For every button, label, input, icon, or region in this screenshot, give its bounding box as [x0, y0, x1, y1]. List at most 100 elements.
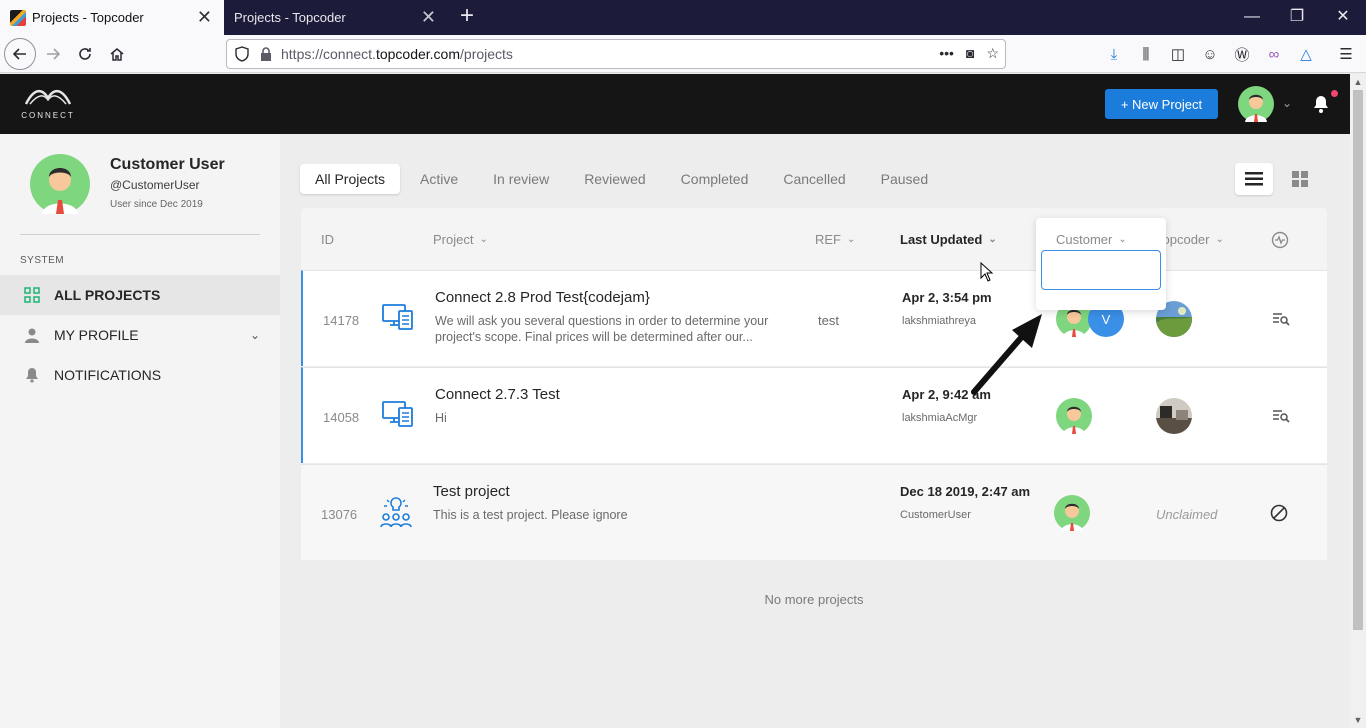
bell-icon — [26, 368, 38, 383]
desktop-app-icon — [382, 401, 413, 427]
hamburger-menu-icon[interactable]: ☰ — [1336, 44, 1356, 64]
url-text: https://connect.topcoder.com/projects — [281, 46, 513, 62]
header-topcoder[interactable]: Topcoder ⌄ — [1156, 232, 1224, 247]
window-close-icon[interactable]: ✕ — [1331, 6, 1355, 28]
sidebar-item-notifications[interactable]: NOTIFICATIONS — [0, 355, 280, 395]
notification-bell-icon[interactable] — [1311, 94, 1331, 114]
profile-name: Customer User — [110, 156, 225, 173]
library-icon[interactable]: ⫼ — [1136, 44, 1156, 64]
more-actions-icon[interactable]: ••• — [939, 45, 954, 62]
forward-arrow-icon[interactable] — [38, 39, 68, 69]
restore-icon[interactable]: ❐ — [1285, 6, 1309, 28]
person-icon — [25, 328, 39, 343]
customer-avatar[interactable] — [1056, 398, 1092, 434]
cancelled-icon — [1270, 504, 1288, 522]
review-search-icon[interactable] — [1271, 309, 1291, 329]
chevron-down-icon: ⌄ — [847, 234, 856, 245]
lock-icon[interactable] — [259, 46, 273, 62]
triangle-extension-icon[interactable]: △ — [1296, 44, 1316, 64]
header-project[interactable]: Project ⌄ — [433, 232, 488, 247]
connect-logo[interactable]: CONNECT — [20, 86, 76, 124]
customer-filter-input[interactable] — [1041, 250, 1161, 290]
table-row[interactable]: 14178 Connect 2.8 Prod Test{codejam} We … — [301, 270, 1327, 366]
customer-filter-label: Customer — [1056, 232, 1113, 247]
wordpress-extension-icon[interactable]: Ⓦ — [1232, 44, 1252, 64]
review-search-icon[interactable] — [1271, 406, 1291, 426]
browser-tab-inactive[interactable]: Projects - Topcoder ✕ — [224, 0, 448, 35]
glasses-extension-icon[interactable]: ∞ — [1264, 44, 1284, 64]
mouse-cursor-icon — [980, 262, 994, 282]
url-bar[interactable]: https://connect.topcoder.com/projects ••… — [226, 39, 1006, 69]
sidebar-item-all-projects[interactable]: ALL PROJECTS — [0, 275, 280, 315]
header-label: REF — [815, 232, 841, 247]
idea-team-icon — [380, 497, 412, 528]
list-view-button[interactable] — [1235, 163, 1273, 195]
sidebar: Customer User @CustomerUser User since D… — [0, 134, 280, 728]
tab-title: Projects - Topcoder — [234, 10, 346, 25]
grid-view-icon — [1292, 171, 1308, 187]
tracking-shield-icon[interactable] — [235, 46, 249, 62]
minimize-icon[interactable]: — — [1240, 6, 1264, 28]
home-icon[interactable] — [102, 39, 132, 69]
projects-table: ID Project ⌄ REF ⌄ Last Updated ⌄ Topcoder ⌄… — [301, 208, 1327, 561]
url-prefix: https://connect. — [281, 46, 376, 62]
logo-text: CONNECT — [21, 111, 75, 120]
browser-tab-active[interactable]: Projects - Topcoder ✕ — [0, 0, 224, 35]
chevron-down-icon[interactable]: ⌄ — [1282, 96, 1292, 110]
downloads-icon[interactable]: ⤓ — [1104, 44, 1124, 64]
table-row[interactable]: 14058 Connect 2.7.3 Test Hi Apr 2, 9:42 … — [301, 367, 1327, 463]
table-row[interactable]: 13076 Test project This is a test projec… — [301, 464, 1327, 560]
project-filter-tabs: All Projects Active In review Reviewed C… — [300, 164, 948, 194]
chevron-down-icon: ⌄ — [1215, 234, 1224, 245]
tab-cancelled[interactable]: Cancelled — [768, 164, 860, 194]
topcoder-avatar[interactable] — [1156, 398, 1192, 434]
scroll-down-icon[interactable]: ▼ — [1350, 712, 1366, 728]
reload-icon[interactable] — [70, 39, 100, 69]
pocket-icon[interactable]: ◙ — [966, 45, 974, 62]
project-description: This is a test project. Please ignore — [433, 508, 628, 522]
grid-view-button[interactable] — [1288, 166, 1312, 192]
page-scrollbar[interactable]: ▲ ▼ — [1350, 74, 1366, 728]
url-path: /projects — [460, 46, 513, 62]
project-title[interactable]: Connect 2.8 Prod Test{codejam} — [435, 289, 650, 306]
url-domain: topcoder.com — [375, 46, 461, 62]
sidebar-item-my-profile[interactable]: MY PROFILE ⌄ — [0, 315, 280, 355]
project-description: Hi — [435, 411, 447, 425]
scroll-up-icon[interactable]: ▲ — [1350, 74, 1366, 90]
close-tab-icon[interactable]: ✕ — [421, 8, 436, 26]
topcoder-unclaimed: Unclaimed — [1156, 507, 1218, 522]
tab-completed[interactable]: Completed — [666, 164, 764, 194]
bookmark-star-icon[interactable]: ☆ — [986, 45, 999, 62]
tab-title: Projects - Topcoder — [32, 10, 144, 25]
project-title[interactable]: Test project — [433, 483, 510, 500]
new-project-button[interactable]: + New Project — [1105, 89, 1218, 119]
tab-reviewed[interactable]: Reviewed — [569, 164, 660, 194]
header-ref[interactable]: REF ⌄ — [815, 232, 855, 247]
project-title[interactable]: Connect 2.7.3 Test — [435, 386, 560, 403]
project-id: 14058 — [323, 410, 360, 425]
last-updated-user: lakshmiaAcMgr — [902, 412, 978, 424]
reader-sidebar-icon[interactable]: ◫ — [1168, 44, 1188, 64]
chevron-down-icon[interactable]: ⌄ — [250, 328, 260, 342]
customer-filter-header[interactable]: Customer ⌄ — [1056, 232, 1127, 247]
header-last-updated[interactable]: Last Updated ⌄ — [900, 232, 997, 247]
close-tab-icon[interactable]: ✕ — [197, 8, 212, 26]
back-arrow-icon[interactable] — [4, 38, 36, 70]
header-id: ID — [321, 232, 334, 247]
no-more-projects-text: No more projects — [764, 592, 864, 607]
tab-in-review[interactable]: In review — [478, 164, 564, 194]
tab-paused[interactable]: Paused — [866, 164, 943, 194]
scrollbar-thumb[interactable] — [1353, 90, 1363, 630]
activity-icon[interactable] — [1271, 231, 1289, 249]
project-id: 14178 — [323, 313, 360, 328]
user-avatar[interactable] — [1238, 86, 1274, 122]
customer-avatar[interactable] — [1054, 495, 1090, 531]
sidebar-item-label: ALL PROJECTS — [54, 287, 161, 303]
browser-nav-bar: https://connect.topcoder.com/projects ••… — [0, 35, 1366, 73]
tab-active[interactable]: Active — [405, 164, 473, 194]
new-tab-plus-icon[interactable]: + — [455, 4, 479, 28]
profile-extension-icon[interactable]: ☺ — [1200, 44, 1220, 64]
chevron-down-icon: ⌄ — [1118, 234, 1127, 245]
tab-all-projects[interactable]: All Projects — [300, 164, 401, 194]
last-updated-date: Apr 2, 3:54 pm — [902, 290, 992, 305]
